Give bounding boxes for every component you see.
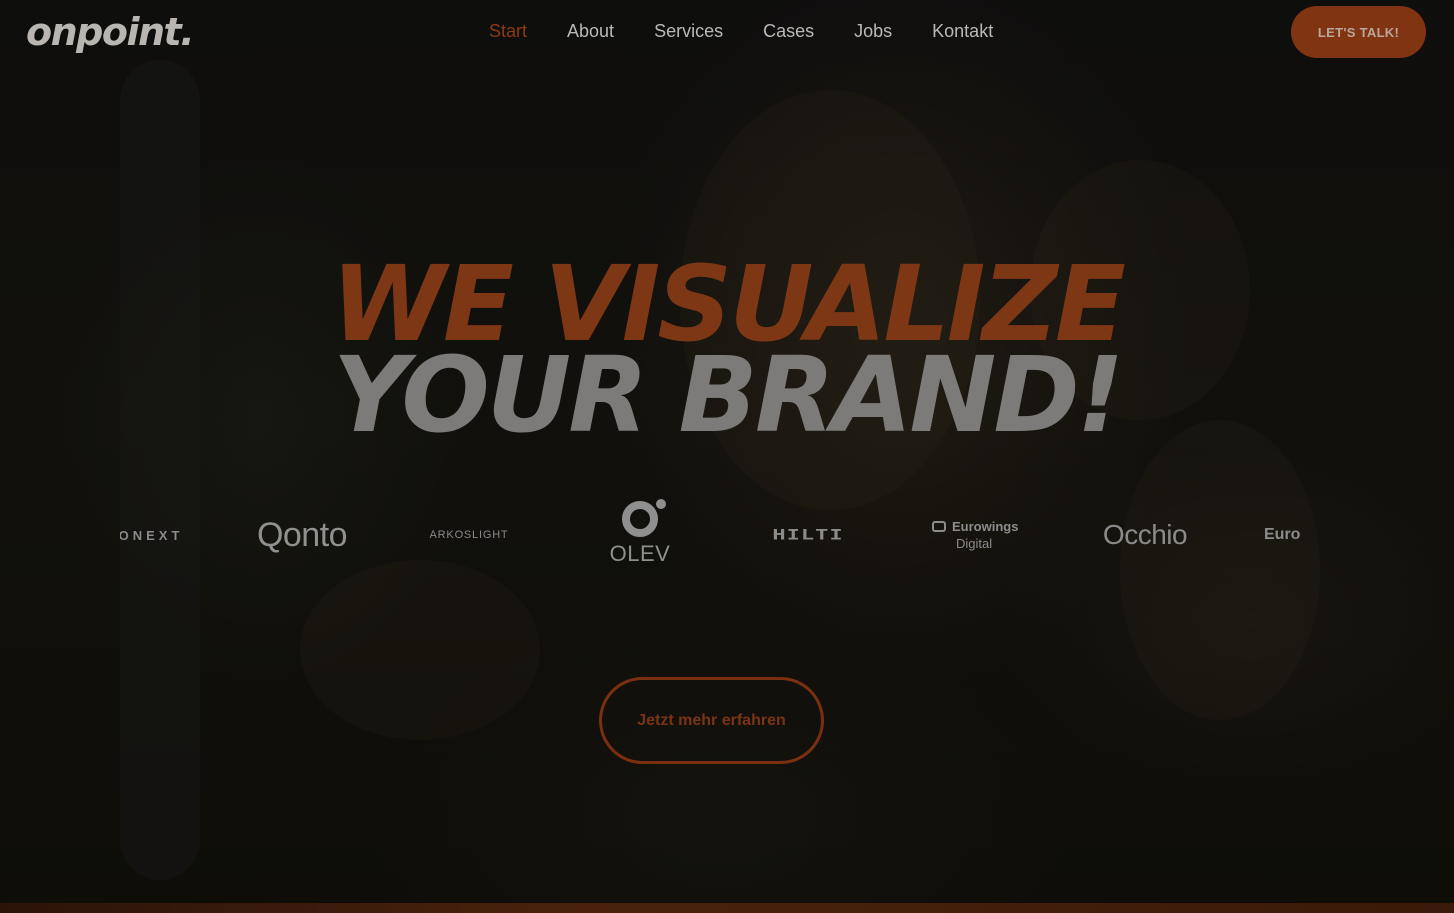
nav-item-start[interactable]: Start <box>489 21 527 42</box>
hero-headline-line-2: YOUR BRAND! <box>332 334 1124 456</box>
client-logo-eurowings-partial: Euro <box>1264 526 1301 543</box>
eurowings-mark-icon <box>932 521 946 532</box>
onpoint-logo[interactable]: onpoint. <box>26 10 195 54</box>
client-logo-qonto: Qonto <box>256 515 348 554</box>
nav-item-about[interactable]: About <box>567 21 614 42</box>
client-logo-carousel: ONEXT Qonto ARKOSLIGHT OLEV HILTI Eurowi… <box>120 495 1302 575</box>
hero-background-image <box>0 0 1454 913</box>
nav-item-kontakt[interactable]: Kontakt <box>932 21 993 42</box>
client-logo-occhio: Occhio <box>1102 519 1188 550</box>
main-nav: Start About Services Cases Jobs Kontakt <box>489 21 993 42</box>
client-logo-hilti: HILTI <box>772 526 844 544</box>
client-logo-olev: OLEV <box>600 495 680 575</box>
client-logo-eurowings-digital: Eurowings Digital <box>932 495 1026 575</box>
nav-item-cases[interactable]: Cases <box>763 21 814 42</box>
nav-item-services[interactable]: Services <box>654 21 723 42</box>
olev-ring-icon <box>622 499 666 537</box>
client-logo-onext: ONEXT <box>120 527 184 543</box>
nav-item-jobs[interactable]: Jobs <box>854 21 892 42</box>
lets-talk-button[interactable]: LET'S TALK! <box>1291 6 1426 58</box>
client-logo-arkoslight: ARKOSLIGHT <box>429 529 509 541</box>
learn-more-button[interactable]: Jetzt mehr erfahren <box>599 677 824 764</box>
